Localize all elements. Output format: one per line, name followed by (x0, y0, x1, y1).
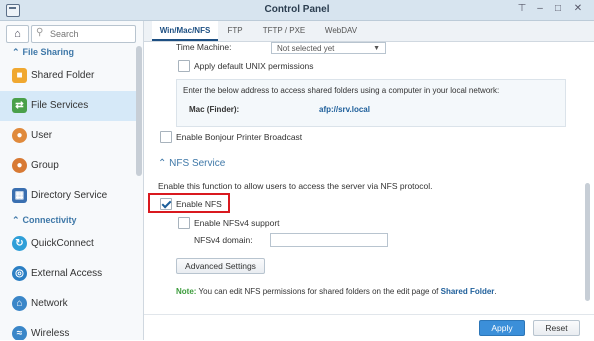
search-box[interactable]: ⚲ (31, 25, 136, 43)
quickconnect-icon: ↻ (12, 236, 27, 251)
tab-tftp-pxe[interactable]: TFTP / PXE (254, 21, 314, 41)
sidebar-item-label: Shared Folder (31, 70, 95, 81)
sidebar-item-label: Group (31, 160, 59, 171)
wifi-icon: ≈ (12, 326, 27, 340)
main-panel: Time Machine: Not selected yet ▼ Apply d… (144, 42, 594, 314)
sidebar-item-network[interactable]: ⌂ Network (0, 289, 136, 319)
tab-bar: Win/Mac/NFS FTP TFTP / PXE WebDAV (144, 21, 594, 42)
mac-address-link[interactable]: afp://srv.local (319, 105, 370, 114)
enable-nfsv4-label: Enable NFSv4 support (194, 218, 280, 228)
pin-icon[interactable]: ⊤ (516, 3, 528, 14)
maximize-icon[interactable]: □ (552, 3, 564, 14)
file-services-icon: ⇄ (12, 98, 27, 113)
note-prefix: Note: (176, 287, 197, 296)
sidebar: ⌂ ⚲ ⌃File Sharing ■ Shared Folder ⇄ File… (0, 21, 144, 340)
sidebar-item-label: File Services (31, 100, 89, 111)
sidebar-item-label: External Access (31, 268, 103, 279)
minimize-icon[interactable]: – (534, 3, 546, 14)
chevron-up-icon: ⌃ (158, 158, 167, 169)
sidebar-item-quickconnect[interactable]: ↻ QuickConnect (0, 229, 136, 259)
enable-nfsv4-checkbox[interactable] (178, 217, 190, 229)
bonjour-printer-label: Enable Bonjour Printer Broadcast (176, 132, 303, 142)
tab-win-mac-nfs[interactable]: Win/Mac/NFS (152, 21, 218, 41)
nfsv4-domain-label: NFSv4 domain: (194, 235, 253, 245)
globe-icon: ◎ (12, 266, 27, 281)
reset-button[interactable]: Reset (533, 320, 580, 336)
bonjour-printer-checkbox[interactable] (160, 131, 172, 143)
sidebar-item-label: Network (31, 298, 68, 309)
sidebar-item-external-access[interactable]: ◎ External Access (0, 259, 136, 289)
nfs-section-header[interactable]: ⌃ NFS Service (158, 158, 225, 169)
chevron-down-icon: ▼ (373, 45, 380, 52)
sidebar-scrollbar[interactable] (136, 46, 142, 176)
chevron-up-icon: ⌃ (12, 47, 20, 57)
window-title: Control Panel (264, 4, 330, 15)
section-connectivity[interactable]: ⌃ Connectivity (0, 211, 136, 229)
advanced-settings-button[interactable]: Advanced Settings (176, 258, 265, 274)
nfsv4-domain-input[interactable] (270, 233, 388, 247)
network-icon: ⌂ (12, 296, 27, 311)
time-machine-label: Time Machine: (176, 42, 232, 52)
default-unix-permissions-checkbox[interactable] (178, 60, 190, 72)
sidebar-item-directory-service[interactable]: ▦ Directory Service (0, 181, 136, 211)
group-icon: ● (12, 158, 27, 173)
main-scrollbar[interactable] (585, 183, 590, 301)
time-machine-value: Not selected yet (277, 44, 335, 53)
nfs-description: Enable this function to allow users to a… (158, 181, 433, 191)
footer: Apply Reset (144, 314, 594, 341)
default-unix-permissions-label: Apply default UNIX permissions (194, 61, 314, 71)
access-note: Enter the below address to access shared… (183, 86, 500, 95)
apply-button[interactable]: Apply (479, 320, 525, 336)
note-text: You can edit NFS permissions for shared … (198, 287, 439, 296)
section-label: Connectivity (22, 215, 77, 225)
chevron-up-icon: ⌃ (12, 215, 20, 225)
user-icon: ● (12, 128, 27, 143)
sidebar-item-shared-folder[interactable]: ■ Shared Folder (0, 61, 136, 91)
note-suffix: . (494, 287, 497, 296)
sidebar-item-wireless[interactable]: ≈ Wireless (0, 319, 136, 340)
sidebar-item-label: User (31, 130, 53, 141)
sidebar-item-label: Directory Service (31, 190, 108, 201)
nfs-section-title: NFS Service (169, 158, 226, 169)
section-file-sharing[interactable]: ⌃ File Sharing (0, 43, 136, 61)
search-icon: ⚲ (36, 27, 44, 38)
sidebar-item-label: Wireless (31, 328, 70, 339)
tab-webdav[interactable]: WebDAV (318, 21, 364, 41)
close-icon[interactable]: ✕ (572, 3, 584, 14)
enable-nfs-highlight (148, 193, 230, 213)
folder-icon: ■ (12, 68, 27, 83)
search-input[interactable] (50, 27, 130, 40)
sidebar-item-group[interactable]: ● Group (0, 151, 136, 181)
section-label: File Sharing (22, 47, 75, 57)
sidebar-item-user[interactable]: ● User (0, 121, 136, 151)
mac-finder-label: Mac (Finder): (189, 105, 240, 114)
sidebar-item-label: QuickConnect (31, 238, 94, 249)
directory-icon: ▦ (12, 188, 27, 203)
tab-ftp[interactable]: FTP (220, 21, 250, 41)
title-bar: Control Panel ⊤ – □ ✕ (0, 0, 594, 21)
shared-folder-link[interactable]: Shared Folder (441, 287, 495, 296)
sidebar-item-file-services[interactable]: ⇄ File Services (0, 91, 136, 121)
access-info-box: Enter the below address to access shared… (176, 79, 566, 127)
time-machine-select[interactable]: Not selected yet ▼ (271, 42, 386, 54)
home-button[interactable]: ⌂ (6, 25, 29, 43)
nfs-note: Note: You can edit NFS permissions for s… (176, 287, 497, 296)
